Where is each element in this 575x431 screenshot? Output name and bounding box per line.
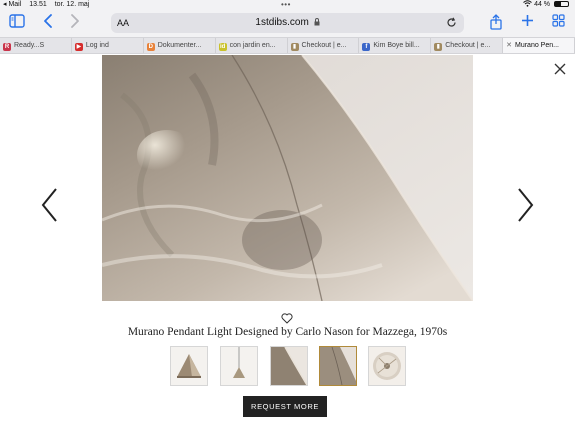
- favicon-icon: ▮: [290, 43, 299, 51]
- thumbnail-5[interactable]: [368, 346, 406, 386]
- favicon-icon: f: [362, 43, 371, 51]
- tabs-grid-icon[interactable]: [549, 14, 567, 32]
- heart-icon[interactable]: [281, 311, 293, 324]
- tab-8[interactable]: ✕ Murano Pen...: [503, 38, 575, 53]
- tab-4[interactable]: id con jardin en...: [216, 38, 288, 53]
- battery-icon: [554, 1, 569, 7]
- lock-icon: [312, 17, 320, 28]
- tab-label: Checkout | e...: [301, 42, 347, 49]
- tab-6[interactable]: f Kim Boye bill...: [359, 38, 432, 53]
- favicon-icon: ▮: [434, 43, 443, 51]
- next-arrow-icon[interactable]: [515, 187, 535, 223]
- product-title: Murano Pendant Light Designed by Carlo N…: [127, 326, 448, 338]
- thumbnail-3[interactable]: [270, 346, 308, 386]
- tab-2[interactable]: ▶ Log ind: [72, 38, 144, 53]
- favicon-icon: id: [218, 43, 227, 51]
- share-icon[interactable]: [487, 14, 505, 32]
- forward-icon[interactable]: [66, 14, 84, 32]
- tab-label: Log ind: [85, 42, 109, 49]
- status-time: 13.51: [29, 1, 47, 8]
- tab-5[interactable]: ▮ Checkout | e...: [288, 38, 360, 53]
- tab-label: Murano Pen...: [515, 42, 559, 49]
- tab-label: Dokumenter...: [157, 42, 202, 49]
- browser-toolbar: AA 1stdibs.com: [0, 9, 575, 37]
- sidebar-icon[interactable]: [8, 14, 26, 32]
- request-more-button[interactable]: REQUEST MORE: [243, 396, 327, 417]
- ipad-safari-window: ◂ Mail 13.51 tor. 12. maj ••• 44 % AA 1s…: [0, 0, 575, 431]
- address-bar[interactable]: AA 1stdibs.com: [111, 13, 464, 33]
- tab-label: Ready...S: [14, 42, 45, 49]
- favicon-icon: R: [3, 43, 11, 51]
- tab-3[interactable]: D Dokumenter...: [144, 38, 216, 53]
- tab-7[interactable]: ▮ Checkout | e...: [431, 38, 504, 53]
- reload-icon[interactable]: [446, 13, 457, 33]
- close-tab-icon[interactable]: ✕: [506, 38, 512, 53]
- thumbnail-4[interactable]: [319, 346, 357, 386]
- back-to-app-link[interactable]: ◂ Mail: [3, 1, 21, 8]
- tab-label: Kim Boye bill...: [373, 42, 420, 49]
- new-tab-icon[interactable]: [518, 14, 536, 32]
- status-bar: ◂ Mail 13.51 tor. 12. maj ••• 44 %: [0, 0, 575, 9]
- tab-1[interactable]: R Ready...S: [0, 38, 72, 53]
- favicon-icon: ▶: [74, 43, 83, 51]
- prev-arrow-icon[interactable]: [40, 187, 60, 223]
- tab-label: Checkout | e...: [445, 42, 491, 49]
- close-icon[interactable]: [553, 62, 567, 76]
- thumbnail-1[interactable]: [170, 346, 208, 386]
- back-icon[interactable]: [39, 14, 57, 32]
- domain-text: 1stdibs.com: [255, 17, 309, 28]
- wifi-icon: [523, 0, 534, 8]
- image-viewer: [0, 55, 575, 301]
- thumbnail-2[interactable]: [220, 346, 258, 386]
- product-photo[interactable]: [102, 55, 473, 301]
- tab-label: con jardin en...: [229, 42, 276, 49]
- multitasking-dots-icon[interactable]: •••: [281, 1, 291, 9]
- favicon-icon: D: [146, 43, 155, 51]
- address-domain: 1stdibs.com: [111, 13, 464, 33]
- battery-percent: 44 %: [534, 1, 551, 8]
- thumbnail-strip: [170, 346, 408, 386]
- status-date: tor. 12. maj: [54, 1, 90, 8]
- tab-bar: R Ready...S ▶ Log ind D Dokumenter... id con ja…: [0, 37, 575, 54]
